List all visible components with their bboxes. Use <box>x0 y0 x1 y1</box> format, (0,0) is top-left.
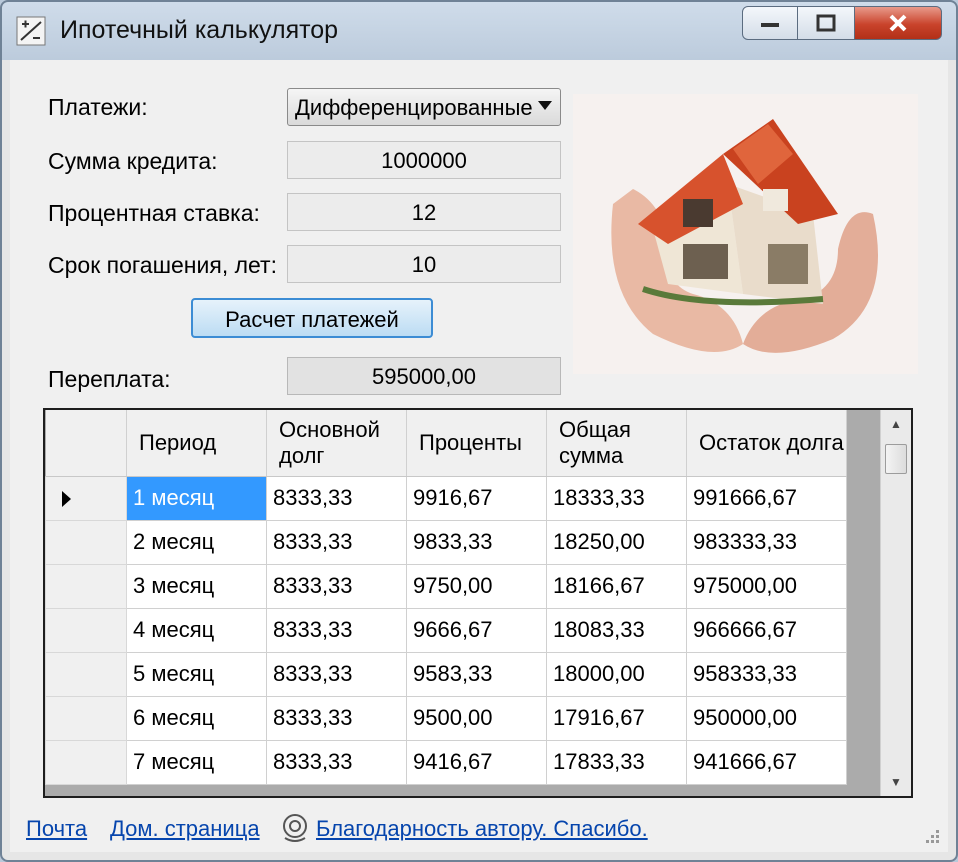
status-bar: Почта Дом. страница Благодарность автору… <box>10 808 948 852</box>
cell-total[interactable]: 18000,00 <box>546 651 687 697</box>
cell-total[interactable]: 17833,33 <box>546 739 687 785</box>
payments-label: Платежи: <box>48 94 148 120</box>
donate-icon[interactable] <box>280 812 310 844</box>
app-window: Ипотечный калькулятор Платежи: Дифференц… <box>0 0 958 862</box>
cell-principal[interactable]: 8333,33 <box>266 475 407 521</box>
cell-interest[interactable]: 9666,67 <box>406 607 547 653</box>
payments-table[interactable]: Период Основной долг Проценты Общая сумм… <box>43 408 913 798</box>
row-header-cell[interactable] <box>45 519 127 565</box>
maximize-icon <box>816 14 836 32</box>
payments-type-value: Дифференцированные <box>295 95 533 120</box>
cell-principal[interactable]: 8333,33 <box>266 695 407 741</box>
cell-total[interactable]: 18166,67 <box>546 563 687 609</box>
cell-balance[interactable]: 983333,33 <box>686 519 847 565</box>
scrollbar-thumb[interactable] <box>885 444 907 474</box>
cell-period[interactable]: 7 месяц <box>126 739 267 785</box>
cell-period[interactable]: 5 месяц <box>126 651 267 697</box>
cell-principal[interactable]: 8333,33 <box>266 563 407 609</box>
close-button[interactable] <box>854 6 942 40</box>
current-row-arrow-icon <box>62 490 71 507</box>
title-bar[interactable]: Ипотечный калькулятор <box>2 2 956 60</box>
payments-type-select[interactable]: Дифференцированные <box>287 88 561 126</box>
close-icon <box>889 14 907 32</box>
minimize-button[interactable] <box>742 6 798 40</box>
row-header-cell[interactable] <box>45 695 127 741</box>
calculator-app-icon <box>16 16 46 46</box>
calculate-payments-button[interactable]: Расчет платежей <box>191 298 433 338</box>
scroll-up-arrow-icon[interactable]: ▲ <box>881 410 911 438</box>
interest-rate-label: Процентная ставка: <box>48 200 260 226</box>
cell-principal[interactable]: 8333,33 <box>266 607 407 653</box>
row-header-cell[interactable] <box>45 739 127 785</box>
resize-grip-icon[interactable] <box>922 826 942 846</box>
cell-total[interactable]: 17916,67 <box>546 695 687 741</box>
cell-total[interactable]: 18250,00 <box>546 519 687 565</box>
cell-balance[interactable]: 950000,00 <box>686 695 847 741</box>
cell-interest[interactable]: 9500,00 <box>406 695 547 741</box>
house-in-hands-image <box>573 94 918 374</box>
cell-balance[interactable]: 958333,33 <box>686 651 847 697</box>
home-page-link[interactable]: Дом. страница <box>110 816 260 842</box>
cell-period[interactable]: 6 месяц <box>126 695 267 741</box>
row-header-cell[interactable] <box>45 563 127 609</box>
column-header-principal[interactable]: Основной долг <box>266 410 407 477</box>
cell-principal[interactable]: 8333,33 <box>266 519 407 565</box>
cell-principal[interactable]: 8333,33 <box>266 651 407 697</box>
table-row[interactable]: 1 месяц 8333,33 9916,67 18333,33 991666,67 <box>45 475 847 521</box>
cell-interest[interactable]: 9583,33 <box>406 651 547 697</box>
table-row[interactable]: 3 месяц 8333,33 9750,00 18166,67 975000,00 <box>45 563 847 609</box>
vertical-scrollbar[interactable]: ▲ ▼ <box>880 410 911 796</box>
cell-interest[interactable]: 9916,67 <box>406 475 547 521</box>
row-header-cell[interactable] <box>45 651 127 697</box>
cell-balance[interactable]: 966666,67 <box>686 607 847 653</box>
dropdown-arrow-icon[interactable] <box>538 101 552 110</box>
cell-period[interactable]: 4 месяц <box>126 607 267 653</box>
client-area: Платежи: Дифференцированные Сумма кредит… <box>10 60 948 852</box>
interest-rate-input[interactable]: 12 <box>287 193 561 231</box>
mail-link[interactable]: Почта <box>26 816 87 842</box>
cell-period[interactable]: 3 месяц <box>126 563 267 609</box>
table-header-row: Период Основной долг Проценты Общая сумм… <box>45 410 847 477</box>
window-title: Ипотечный калькулятор <box>60 16 339 44</box>
payments-table-body: Период Основной долг Проценты Общая сумм… <box>45 410 847 785</box>
cell-principal[interactable]: 8333,33 <box>266 739 407 785</box>
cell-balance[interactable]: 975000,00 <box>686 563 847 609</box>
cell-period[interactable]: 1 месяц <box>126 475 267 521</box>
column-header-balance[interactable]: Остаток долга <box>686 410 847 477</box>
overpayment-value: 595000,00 <box>287 357 561 395</box>
table-row[interactable]: 5 месяц 8333,33 9583,33 18000,00 958333,33 <box>45 651 847 697</box>
thanks-author-link[interactable]: Благодарность автору. Спасибо. <box>316 816 648 842</box>
cell-total[interactable]: 18083,33 <box>546 607 687 653</box>
row-header-cell[interactable] <box>45 607 127 653</box>
table-row[interactable]: 6 месяц 8333,33 9500,00 17916,67 950000,00 <box>45 695 847 741</box>
table-row[interactable]: 4 месяц 8333,33 9666,67 18083,33 966666,67 <box>45 607 847 653</box>
column-header-period[interactable]: Период <box>126 410 267 477</box>
table-row[interactable]: 2 месяц 8333,33 9833,33 18250,00 983333,33 <box>45 519 847 565</box>
cell-period[interactable]: 2 месяц <box>126 519 267 565</box>
loan-amount-label: Сумма кредита: <box>48 148 218 174</box>
column-header-interest[interactable]: Проценты <box>406 410 547 477</box>
loan-term-label: Срок погашения, лет: <box>48 252 277 278</box>
table-row[interactable]: 7 месяц 8333,33 9416,67 17833,33 941666,67 <box>45 739 847 785</box>
table-corner-cell <box>45 410 127 477</box>
overpayment-label: Переплата: <box>48 366 171 392</box>
cell-total[interactable]: 18333,33 <box>546 475 687 521</box>
column-header-total[interactable]: Общая сумма <box>546 410 687 477</box>
scroll-down-arrow-icon[interactable]: ▼ <box>881 768 911 796</box>
cell-balance[interactable]: 991666,67 <box>686 475 847 521</box>
loan-amount-input[interactable]: 1000000 <box>287 141 561 179</box>
cell-interest[interactable]: 9833,33 <box>406 519 547 565</box>
maximize-button[interactable] <box>798 6 854 40</box>
minimize-icon <box>761 23 779 27</box>
loan-term-input[interactable]: 10 <box>287 245 561 283</box>
cell-interest[interactable]: 9750,00 <box>406 563 547 609</box>
house-illustration <box>573 94 918 374</box>
cell-balance[interactable]: 941666,67 <box>686 739 847 785</box>
row-header-cell[interactable] <box>45 475 127 521</box>
cell-interest[interactable]: 9416,67 <box>406 739 547 785</box>
